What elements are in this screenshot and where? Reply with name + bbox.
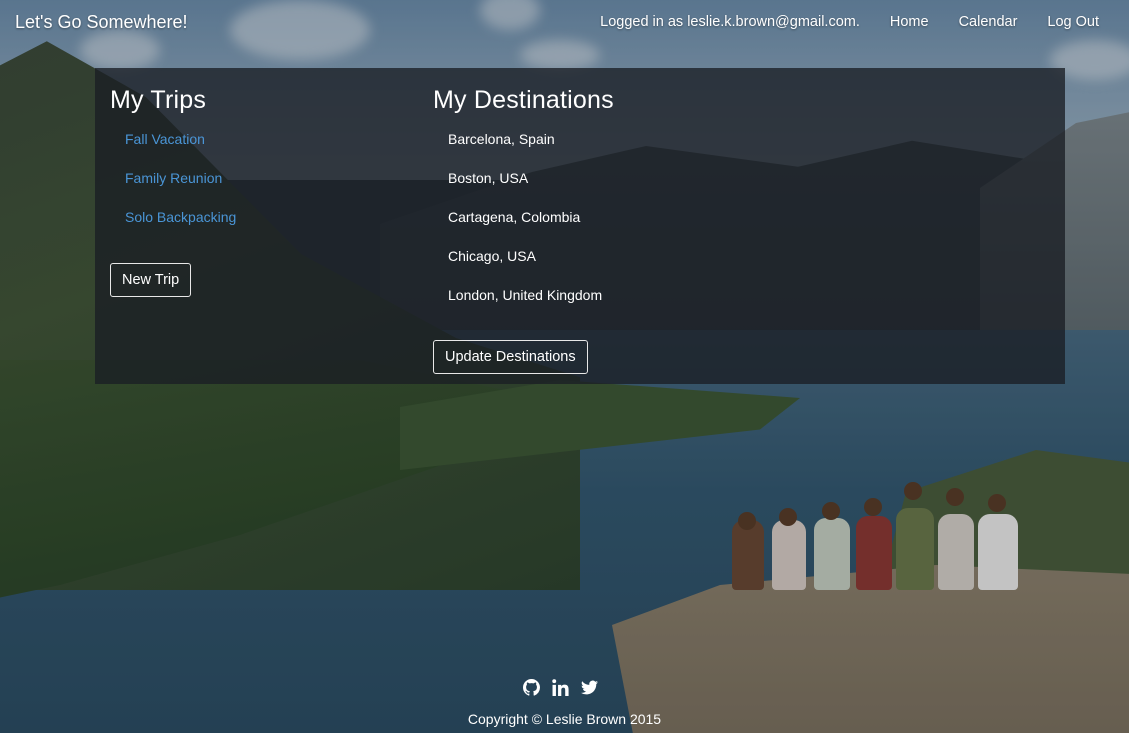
nav-home-link[interactable]: Home — [890, 14, 929, 30]
twitter-icon[interactable] — [581, 679, 598, 696]
trip-link[interactable]: Family Reunion — [125, 170, 410, 209]
brand-logo[interactable]: Let's Go Somewhere! — [15, 12, 188, 33]
trips-heading: My Trips — [110, 86, 207, 114]
trip-link[interactable]: Solo Backpacking — [125, 209, 410, 248]
nav-links: Logged in as leslie.k.brown@gmail.com. H… — [600, 14, 1099, 30]
nav-calendar-link[interactable]: Calendar — [959, 14, 1018, 30]
destination-item: Barcelona, Spain — [448, 131, 555, 147]
trip-link[interactable]: Fall Vacation — [125, 131, 410, 170]
destinations-column: My Destinations Barcelona, Spain Boston,… — [433, 86, 833, 326]
github-icon[interactable] — [523, 679, 540, 696]
destination-list: Barcelona, Spain Boston, USA Cartagena, … — [433, 131, 833, 326]
social-links — [523, 679, 598, 696]
destinations-heading: My Destinations — [433, 86, 614, 114]
destination-item: Chicago, USA — [448, 248, 536, 264]
linkedin-icon[interactable] — [552, 679, 569, 696]
update-destinations-button[interactable]: Update Destinations — [433, 340, 588, 374]
navbar: Let's Go Somewhere! Logged in as leslie.… — [0, 0, 1129, 44]
destination-item: Boston, USA — [448, 170, 529, 186]
trip-list: Fall Vacation Family Reunion Solo Backpa… — [110, 131, 410, 248]
new-trip-button[interactable]: New Trip — [110, 263, 192, 297]
logged-in-status: Logged in as leslie.k.brown@gmail.com. — [600, 14, 860, 30]
content-panel: My Trips Fall Vacation Family Reunion So… — [95, 68, 1065, 384]
destination-item: London, United Kingdom — [448, 287, 603, 303]
nav-logout-link[interactable]: Log Out — [1047, 14, 1099, 30]
copyright-text: Copyright © Leslie Brown 2015 — [467, 711, 662, 727]
destination-item: Cartagena, Colombia — [448, 209, 581, 225]
trips-column: My Trips Fall Vacation Family Reunion So… — [110, 86, 410, 248]
